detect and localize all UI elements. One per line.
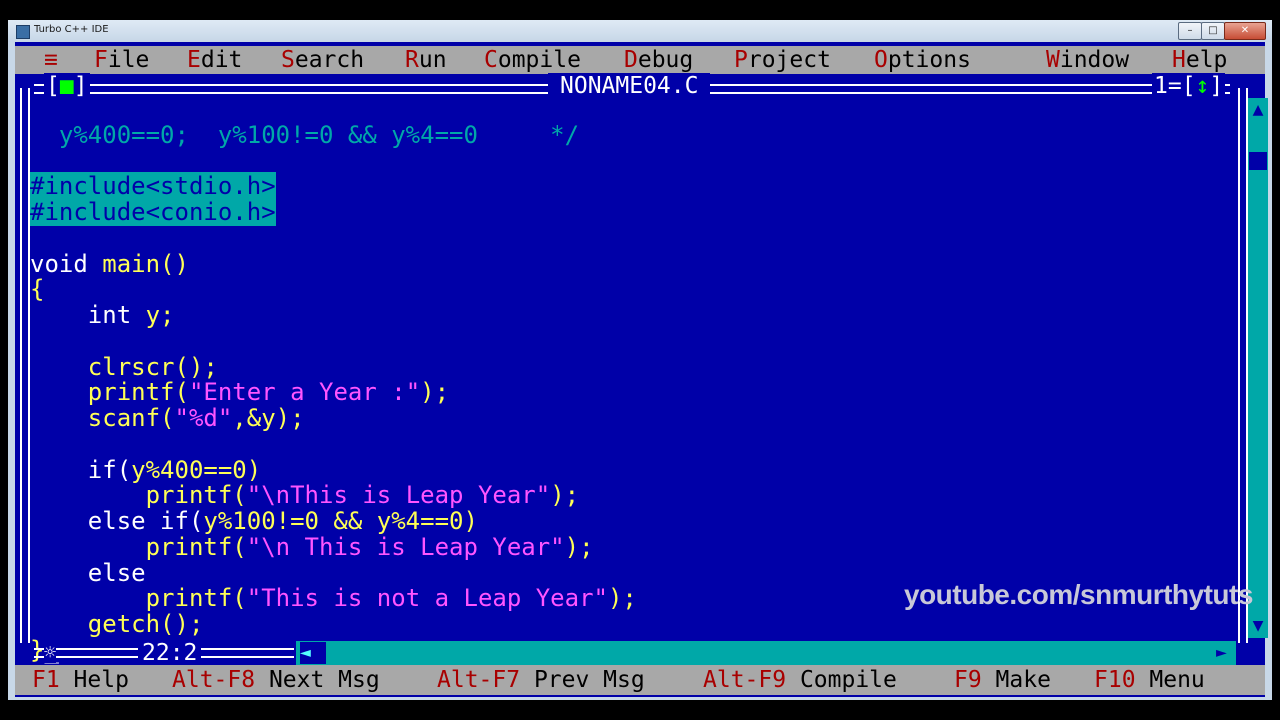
editor-zoom-box[interactable]: 1=[↕] [1152,73,1226,99]
code-line-15: printf("\nThis is Leap Year"); [30,481,580,510]
channel-watermark: youtube.com/snmurthytuts [904,579,1253,610]
code-line-7: { [30,275,45,304]
code-line-4: #include<conio.h> [30,198,276,226]
menu-compile[interactable]: Compile [484,46,581,74]
editor-frame-right [1238,88,1248,643]
editor-frame-left [20,88,30,643]
code-line-17: printf("\n This is Leap Year"); [30,532,594,561]
scroll-down-icon[interactable]: ▼ [1248,614,1268,638]
minimize-button[interactable]: – [1178,22,1202,40]
horizontal-scrollbar[interactable] [296,641,1236,665]
status-make[interactable]: F9 Make [954,665,1051,695]
window-number: 1=[ [1154,73,1196,99]
code-line-11: printf("Enter a Year :"); [30,378,450,407]
zoom-arrow-icon: ↕ [1195,73,1210,99]
system-menu-icon: ≡ [44,47,58,73]
code-line-19: printf("This is not a Leap Year"); [30,584,637,613]
close-window-button[interactable]: ✕ [1224,22,1266,40]
scroll-up-icon[interactable]: ▲ [1248,98,1268,122]
code-line-20: getch(); [30,610,204,638]
scroll-left-icon[interactable]: ◄ [300,641,326,665]
code-line-18: else [30,558,146,587]
status-next-msg[interactable]: Alt-F8 Next Msg [172,665,380,695]
code-line-1: y%400==0; y%100!=0 && y%4==0 */ [30,120,580,149]
menu-run[interactable]: Run [405,46,447,74]
title-bar[interactable] [8,20,1272,42]
code-line-6: void main() [30,249,189,278]
editor-close-box[interactable]: [■] [44,73,90,99]
close-square-icon: ■ [59,73,74,99]
menu-help[interactable]: Help [1172,46,1227,74]
scroll-right-icon[interactable]: ► [1216,641,1236,665]
app-icon[interactable] [16,25,30,39]
vertical-scrollbar[interactable] [1248,98,1268,638]
window-title: Turbo C++ IDE [34,24,109,35]
status-compile[interactable]: Alt-F9 Compile [703,665,897,695]
menu-file[interactable]: File [94,46,149,74]
menu-project[interactable]: Project [734,46,831,74]
maximize-button[interactable]: □ [1201,22,1225,40]
menu-debug[interactable]: Debug [624,46,693,74]
status-prev-msg[interactable]: Alt-F7 Prev Msg [437,665,645,695]
menu-options[interactable]: Options [874,46,971,74]
menu-edit[interactable]: Edit [187,46,242,74]
editor-filename: NONAME04.C [548,73,711,99]
code-line-3: #include<stdio.h> [30,172,276,201]
code-editor[interactable]: y%400==0; y%100!=0 && y%4==0 */ #include… [30,97,637,664]
vertical-scroll-thumb[interactable] [1249,152,1267,170]
code-line-12: scanf("%d",&y); [30,404,305,432]
menu-search[interactable]: Search [281,46,364,74]
cursor-position: 22:2 [138,640,202,666]
code-line-14: if(y%400==0) [30,455,262,484]
code-line-10: clrscr(); [30,352,218,381]
code-line-8: int y; [30,301,175,329]
menu-window[interactable]: Window [1046,46,1129,74]
modified-indicator-icon: ☼ [44,640,57,664]
system-menu-button[interactable]: ≡ [44,46,58,74]
status-menu[interactable]: F10 Menu [1094,665,1205,695]
status-help[interactable]: F1 Help [32,665,129,695]
code-line-16: else if(y%100!=0 && y%4==0) [30,507,478,535]
